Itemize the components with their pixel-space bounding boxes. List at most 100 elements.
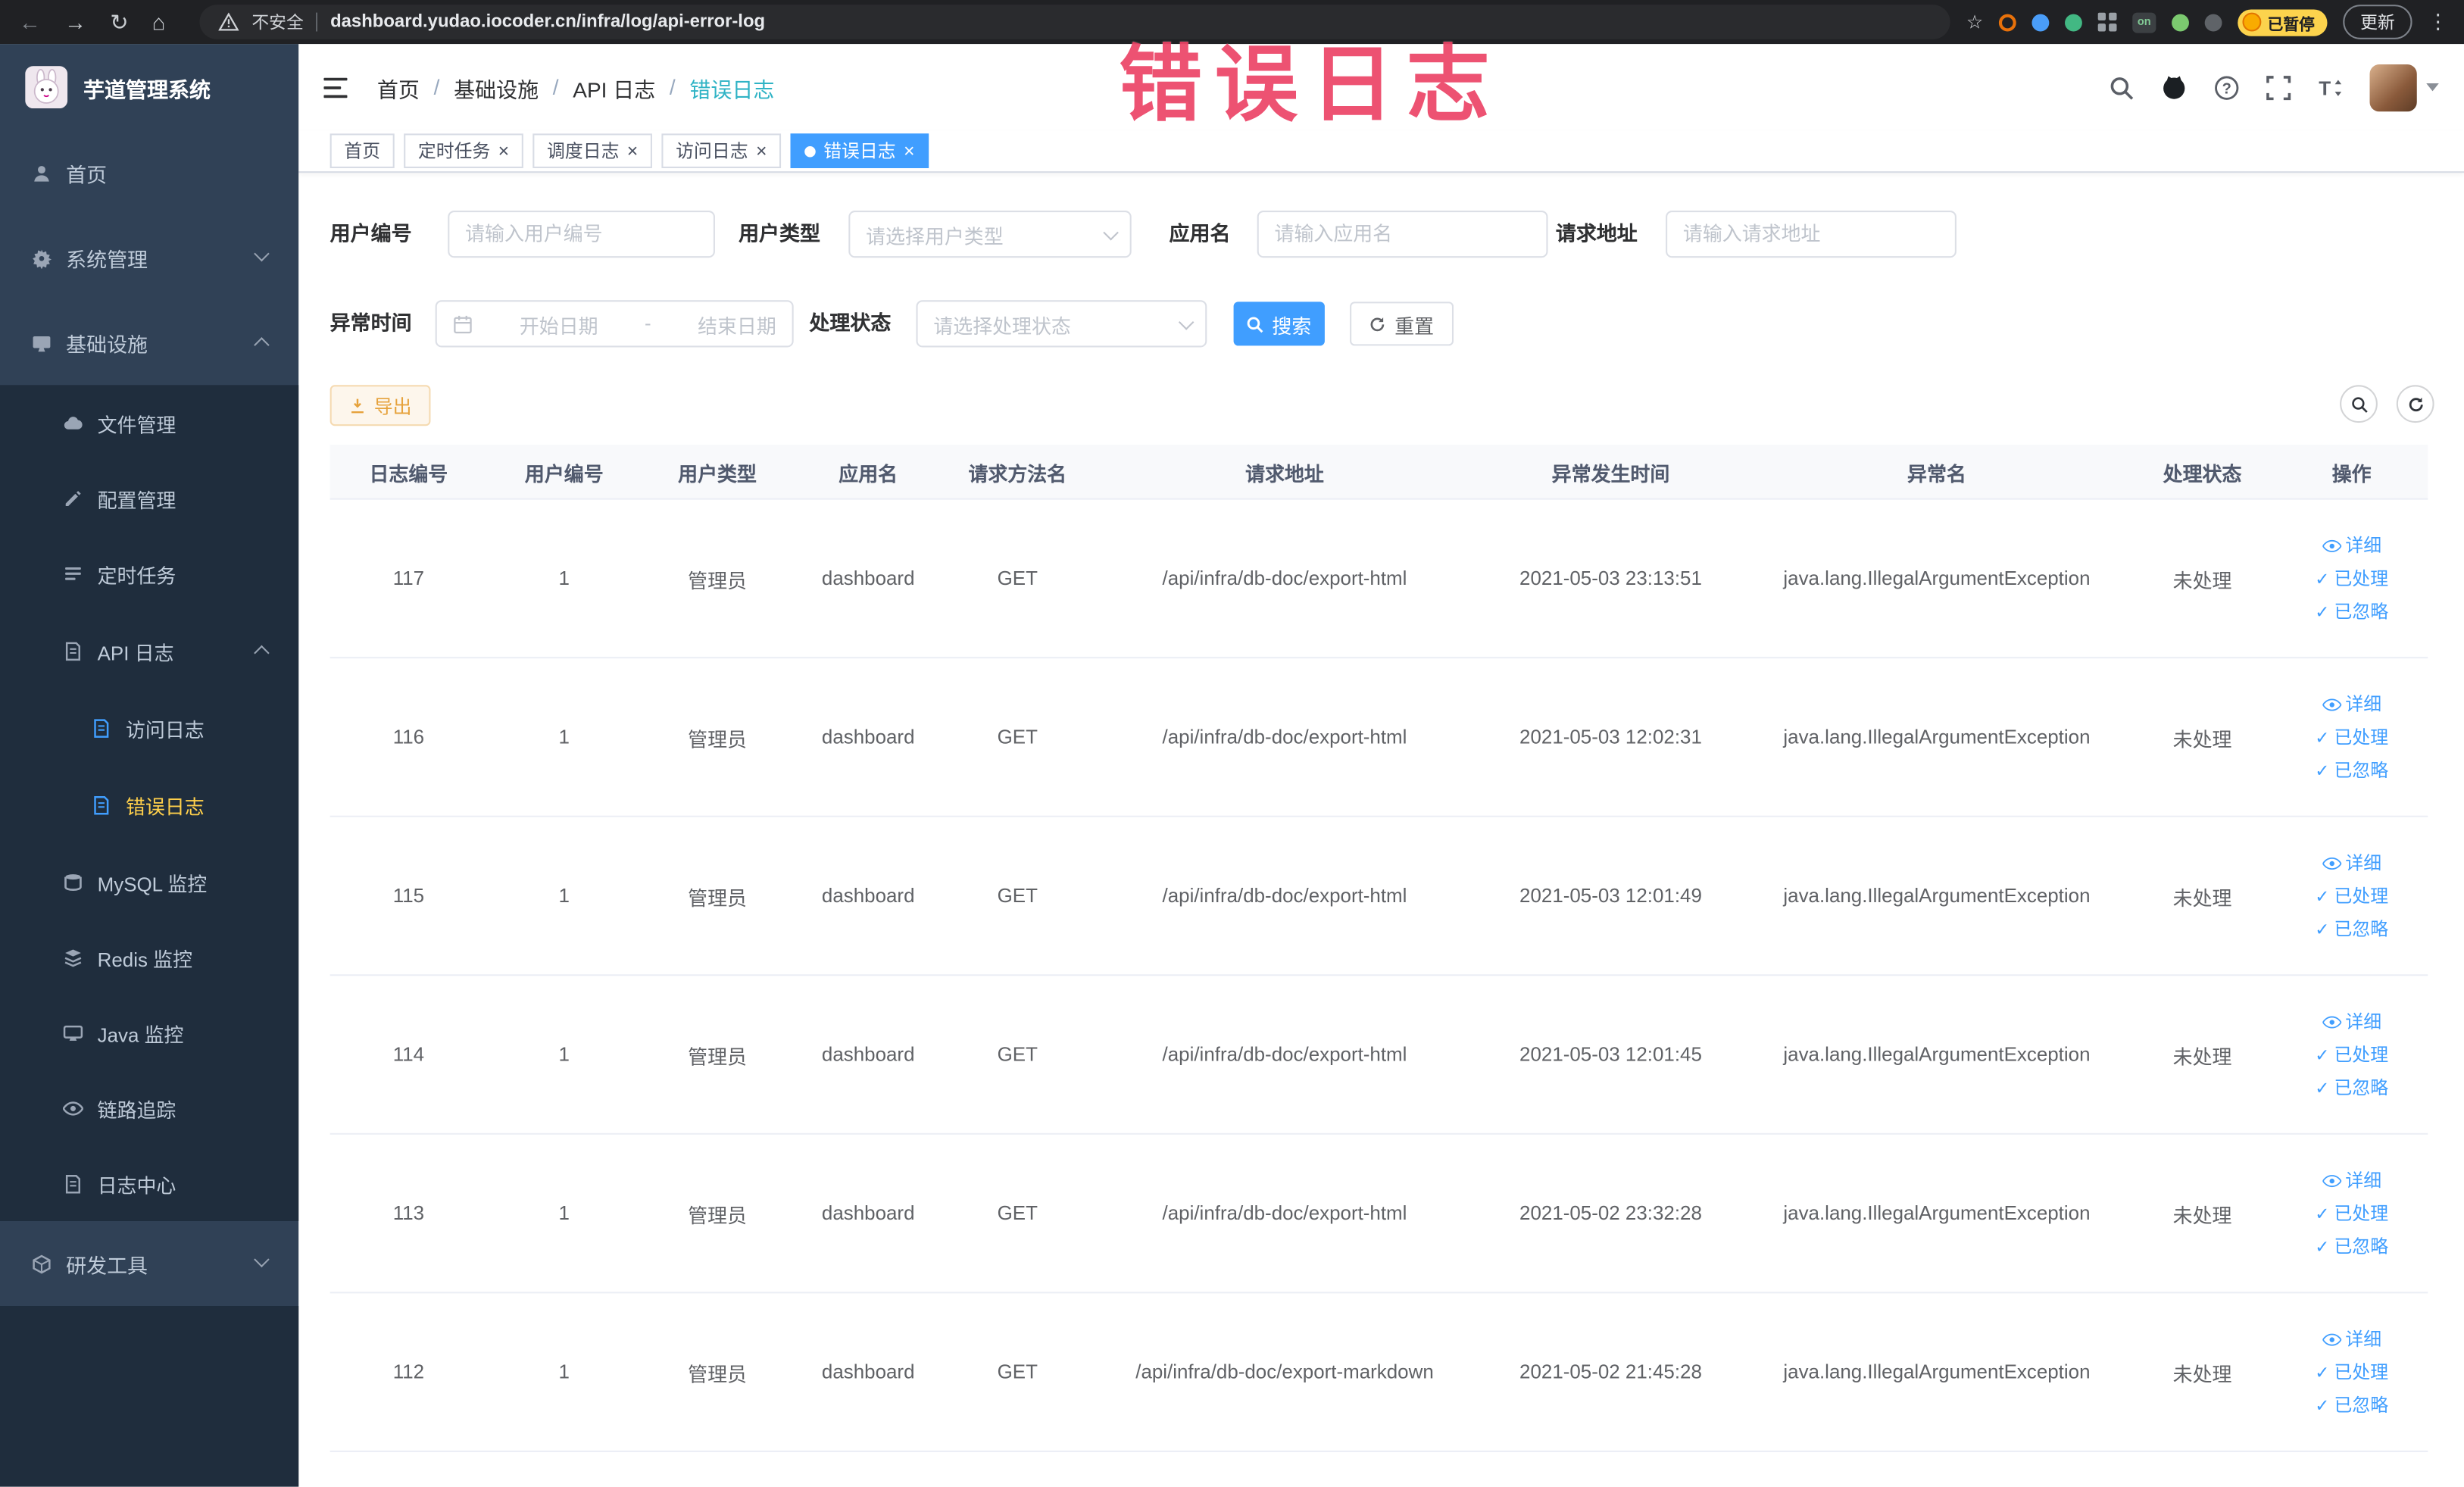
- search-button[interactable]: 搜索: [1233, 301, 1325, 346]
- reload-icon[interactable]: ↻: [110, 8, 128, 35]
- vue-devtools-icon[interactable]: [2065, 13, 2082, 31]
- security-warning-icon: [218, 12, 239, 32]
- chevron-down-icon: [1103, 223, 1119, 240]
- detail-link[interactable]: 详细: [2322, 850, 2381, 875]
- extension-icon-blue[interactable]: [2031, 13, 2050, 31]
- cell-exception-time: 2021-05-03 23:13:51: [1519, 567, 1702, 589]
- app-logo[interactable]: 芋道管理系统: [0, 44, 298, 130]
- mark-processed-link[interactable]: ✓ 已处理: [2315, 883, 2388, 908]
- emoji-face-icon: [2242, 12, 2262, 32]
- eye-icon: [2322, 1015, 2341, 1028]
- app-name-input[interactable]: [1257, 210, 1548, 258]
- request-url-input[interactable]: [1666, 210, 1957, 258]
- sidebar-item-dev-tools[interactable]: 研发工具: [0, 1221, 298, 1306]
- sidebar-item-infra[interactable]: 基础设施: [0, 300, 298, 385]
- user-menu[interactable]: [2369, 64, 2439, 111]
- mark-processed-link[interactable]: ✓ 已处理: [2315, 1201, 2388, 1226]
- cell-user-id: 1: [558, 1202, 570, 1225]
- sidebar-item-home[interactable]: 首页: [0, 130, 298, 215]
- sidebar-item-log-center[interactable]: 日志中心: [0, 1145, 298, 1221]
- help-icon[interactable]: ?: [2214, 75, 2239, 100]
- tag-home[interactable]: 首页: [329, 133, 395, 168]
- toggle-search-button[interactable]: [2340, 385, 2378, 423]
- home-icon[interactable]: ⌂: [152, 9, 166, 34]
- sidebar-item-redis-monitor[interactable]: Redis 监控: [0, 920, 298, 995]
- mark-processed-link[interactable]: ✓ 已处理: [2315, 1360, 2388, 1385]
- apps-grid-icon[interactable]: [2097, 12, 2117, 32]
- process-status-select[interactable]: 请选择处理状态: [916, 300, 1207, 348]
- detail-link[interactable]: 详细: [2322, 1009, 2381, 1034]
- detail-link[interactable]: 详细: [2322, 533, 2381, 558]
- close-icon[interactable]: ×: [756, 142, 767, 161]
- eye-icon: [2322, 539, 2341, 551]
- paused-badge[interactable]: 已暂停: [2238, 8, 2328, 36]
- check-icon: ✓: [2315, 1363, 2330, 1382]
- check-icon: ✓: [2315, 1237, 2330, 1257]
- sidebar-item-file-manage[interactable]: 文件管理: [0, 385, 298, 461]
- sidebar-item-api-log[interactable]: API 日志: [0, 611, 298, 690]
- tag-schedule-log[interactable]: 调度日志 ×: [532, 133, 653, 168]
- cell-log-id: 114: [392, 1043, 425, 1066]
- detail-link[interactable]: 详细: [2322, 1326, 2381, 1351]
- sidebar-item-scheduled-jobs[interactable]: 定时任务: [0, 536, 298, 611]
- breadcrumb-home[interactable]: 首页: [377, 71, 420, 102]
- close-icon[interactable]: ×: [498, 142, 510, 161]
- search-icon[interactable]: [2109, 75, 2134, 100]
- cell-exception-name: java.lang.IllegalArgumentException: [1783, 1360, 2091, 1383]
- cell-app-name: dashboard: [821, 1043, 915, 1066]
- tag-access-log[interactable]: 访问日志 ×: [661, 133, 782, 168]
- sidebar-item-system[interactable]: 系统管理: [0, 215, 298, 300]
- extension-icon-ring[interactable]: [1998, 13, 2016, 31]
- mark-ignored-link[interactable]: ✓ 已忽略: [2315, 1234, 2388, 1259]
- api-log-submenu: 访问日志 错误日志: [0, 690, 298, 844]
- user-id-input[interactable]: [448, 210, 715, 258]
- back-icon[interactable]: ←: [19, 9, 41, 34]
- mark-ignored-link[interactable]: ✓ 已忽略: [2315, 1075, 2388, 1100]
- sidebar-item-config-manage[interactable]: 配置管理: [0, 461, 298, 536]
- breadcrumb-api-log[interactable]: API 日志: [573, 71, 655, 102]
- bookmark-star-icon[interactable]: ☆: [1966, 11, 1983, 33]
- sidebar-item-java-monitor[interactable]: Java 监控: [0, 995, 298, 1070]
- export-button[interactable]: 导出: [329, 385, 431, 426]
- close-icon[interactable]: ×: [627, 142, 639, 161]
- extension-icon-green[interactable]: [2172, 13, 2189, 31]
- exception-time-range-picker[interactable]: 开始日期 - 结束日期: [435, 300, 794, 348]
- mark-processed-link[interactable]: ✓ 已处理: [2315, 1042, 2388, 1067]
- tag-error-log[interactable]: 错误日志 ×: [790, 133, 929, 168]
- check-icon: ✓: [2315, 728, 2330, 748]
- sidebar-item-trace[interactable]: 链路追踪: [0, 1070, 298, 1146]
- tag-scheduled-jobs[interactable]: 定时任务 ×: [404, 133, 523, 168]
- rabbit-logo-icon: [25, 66, 68, 109]
- mark-ignored-link[interactable]: ✓ 已忽略: [2315, 917, 2388, 942]
- user-type-select[interactable]: 请选择用户类型: [848, 210, 1132, 258]
- browser-nav-buttons: ← → ↻ ⌂: [0, 8, 184, 35]
- forward-icon[interactable]: →: [64, 9, 86, 34]
- main-area: 首页 / 基础设施 / API 日志 / 错误日志 ? T 首页 定时任务 × …: [298, 44, 2464, 1487]
- mark-ignored-link[interactable]: ✓ 已忽略: [2315, 1392, 2388, 1417]
- cell-user-type: 管理员: [688, 728, 747, 751]
- infra-submenu: 文件管理 配置管理 定时任务 API 日志 访问日志 错误日志 MySQL 监控…: [0, 385, 299, 1221]
- extension-on-badge[interactable]: on: [2132, 11, 2156, 33]
- browser-update-button[interactable]: 更新: [2343, 5, 2412, 39]
- extension-icon-dark[interactable]: [2204, 13, 2222, 31]
- mark-ignored-link[interactable]: ✓ 已忽略: [2315, 598, 2388, 623]
- reset-button[interactable]: 重置: [1350, 301, 1454, 346]
- col-method: 请求方法名: [968, 462, 1067, 486]
- browser-menu-icon[interactable]: ⋮: [2428, 9, 2448, 34]
- refresh-table-button[interactable]: [2396, 385, 2434, 423]
- mark-processed-link[interactable]: ✓ 已处理: [2315, 566, 2388, 591]
- detail-link[interactable]: 详细: [2322, 692, 2381, 717]
- close-icon[interactable]: ×: [904, 142, 915, 161]
- hamburger-icon[interactable]: [323, 77, 348, 98]
- mark-ignored-link[interactable]: ✓ 已忽略: [2315, 758, 2388, 783]
- font-size-icon[interactable]: T: [2318, 75, 2343, 100]
- address-bar[interactable]: 不安全 dashboard.yudao.iocoder.cn/infra/log…: [199, 5, 1951, 39]
- sidebar-item-error-log[interactable]: 错误日志: [0, 767, 298, 844]
- sidebar-item-mysql-monitor[interactable]: MySQL 监控: [0, 844, 298, 920]
- mark-processed-link[interactable]: ✓ 已处理: [2315, 724, 2388, 749]
- fullscreen-icon[interactable]: [2266, 75, 2291, 100]
- github-icon[interactable]: [2161, 74, 2188, 101]
- sidebar-item-access-log[interactable]: 访问日志: [0, 690, 298, 767]
- breadcrumb-infra[interactable]: 基础设施: [454, 71, 539, 102]
- detail-link[interactable]: 详细: [2322, 1167, 2381, 1192]
